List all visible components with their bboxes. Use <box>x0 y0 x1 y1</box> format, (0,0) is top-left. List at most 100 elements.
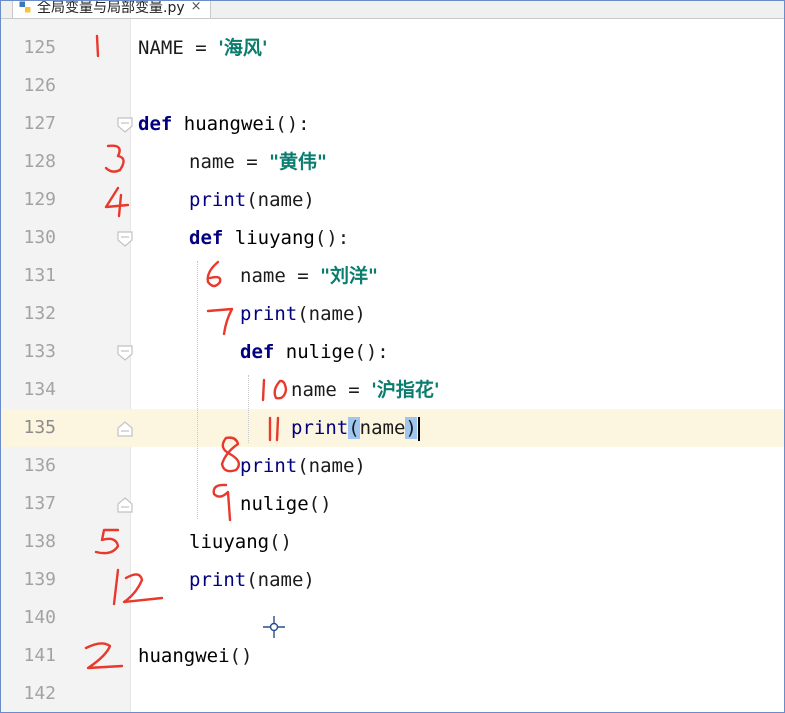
code-line[interactable]: 132 print(name) <box>0 295 785 333</box>
code-line[interactable]: 130 def liuyang(): <box>0 219 785 257</box>
code-text: def huangwei(): <box>138 105 310 143</box>
code-token-paren: (): <box>275 113 310 135</box>
file-tab-label: 全局变量与局部变量.py <box>37 0 185 16</box>
line-number: 125 <box>23 37 56 58</box>
code-token-paren: (name) <box>297 303 366 325</box>
fold-collapse-icon[interactable] <box>116 230 134 248</box>
code-token-paren: () <box>229 645 253 667</box>
code-line[interactable]: 136 print(name) <box>0 447 785 485</box>
code-line[interactable]: 127 def huangwei(): <box>0 105 785 143</box>
line-number: 140 <box>23 607 56 628</box>
code-text: name = '沪指花' <box>291 371 440 409</box>
code-token-op: = <box>285 265 321 287</box>
line-number: 130 <box>23 227 56 248</box>
code-text: def liuyang(): <box>189 219 349 257</box>
code-token-str: '海风' <box>218 37 268 59</box>
fold-collapse-icon[interactable] <box>116 344 134 362</box>
code-line[interactable]: 138 liuyang() <box>0 523 785 561</box>
code-token-blt: print <box>240 303 298 325</box>
code-text: print(name) <box>240 295 366 333</box>
code-token-kw: def <box>189 227 224 249</box>
fold-collapse-icon[interactable] <box>116 116 134 134</box>
code-token-fn: huangwei <box>138 645 230 667</box>
close-tab-icon[interactable]: × <box>191 0 202 14</box>
code-token-var: name <box>291 379 337 401</box>
code-text: NAME = '海风' <box>138 29 268 67</box>
line-number: 137 <box>23 493 56 514</box>
code-text: def nulige(): <box>240 333 389 371</box>
code-line[interactable]: 142 <box>0 675 785 713</box>
code-line[interactable]: 135 print(name) <box>0 409 785 447</box>
line-number: 126 <box>23 75 56 96</box>
code-text: print(name) <box>240 447 366 485</box>
code-token-fn: huangwei <box>183 113 276 135</box>
code-token-var: name <box>359 417 406 439</box>
line-number: 132 <box>23 303 56 324</box>
code-text: huangwei() <box>138 637 252 675</box>
code-token-op <box>172 113 183 135</box>
file-tab[interactable]: 全局变量与局部变量.py × <box>12 0 211 18</box>
code-token-fn: nulige <box>240 493 309 515</box>
fold-end-icon[interactable] <box>116 420 134 438</box>
code-token-paren: (): <box>354 341 389 363</box>
code-token-str: "刘洋" <box>320 265 378 287</box>
code-line[interactable]: 125 NAME = '海风' <box>0 29 785 67</box>
code-text: print(name) <box>291 409 420 447</box>
line-number: 142 <box>23 683 56 704</box>
code-token-paren: (name) <box>246 189 315 211</box>
code-line[interactable]: 129 print(name) <box>0 181 785 219</box>
code-token-var: name <box>189 151 235 173</box>
code-token-op: = <box>336 379 372 401</box>
code-token-str: '沪指花' <box>371 379 440 401</box>
code-token-hl: ) <box>405 417 417 439</box>
code-token-blt: print <box>240 455 298 477</box>
line-number: 134 <box>23 379 56 400</box>
code-line[interactable]: 139 print(name) <box>0 561 785 599</box>
code-line[interactable]: 140 <box>0 599 785 637</box>
line-number: 128 <box>23 151 56 172</box>
code-line[interactable]: 137 nulige() <box>0 485 785 523</box>
code-text: name = "刘洋" <box>240 257 378 295</box>
code-token-blt: print <box>291 417 349 439</box>
code-token-op <box>223 227 234 249</box>
code-line[interactable]: 126 <box>0 67 785 105</box>
code-token-op: = <box>183 37 219 59</box>
code-line[interactable]: 134 name = '沪指花' <box>0 371 785 409</box>
line-number: 136 <box>23 455 56 476</box>
mouse-crosshair-icon <box>263 616 285 638</box>
line-number: 129 <box>23 189 56 210</box>
code-token-fn: nulige <box>285 341 355 363</box>
code-token-hl: ( <box>348 417 360 439</box>
code-text: print(name) <box>189 181 315 219</box>
indent-guide <box>197 261 198 519</box>
code-token-paren: (): <box>314 227 350 249</box>
python-file-icon <box>19 1 31 12</box>
code-token-var: name <box>240 265 286 287</box>
code-token-paren: () <box>269 531 292 553</box>
line-number: 131 <box>23 265 56 286</box>
fold-end-icon[interactable] <box>116 496 134 514</box>
line-number: 135 <box>23 417 56 438</box>
code-text: print(name) <box>189 561 315 599</box>
code-text: nulige() <box>240 485 332 523</box>
code-token-paren: () <box>308 493 332 515</box>
code-token-paren: (name) <box>297 455 366 477</box>
code-line[interactable]: 133 def nulige(): <box>0 333 785 371</box>
code-token-kw: def <box>240 341 275 363</box>
code-line[interactable]: 131 name = "刘洋" <box>0 257 785 295</box>
code-token-kw: def <box>138 113 173 135</box>
line-number: 138 <box>23 531 56 552</box>
code-token-fn: liuyang <box>189 531 270 553</box>
text-caret <box>417 416 420 441</box>
code-line[interactable]: 128 name = "黄伟" <box>0 143 785 181</box>
code-token-fn: liuyang <box>234 227 315 249</box>
line-number: 139 <box>23 569 56 590</box>
code-token-op <box>274 341 285 363</box>
line-number: 133 <box>23 341 56 362</box>
code-text: name = "黄伟" <box>189 143 327 181</box>
code-token-blt: print <box>189 569 247 591</box>
code-line[interactable]: 141 huangwei() <box>0 637 785 675</box>
code-editor[interactable]: 125 NAME = '海风' 126 127 def huangwei(): 128 na… <box>0 19 785 713</box>
editor-tab-bar: 全局变量与局部变量.py × <box>0 0 785 19</box>
indent-guide <box>248 375 249 443</box>
